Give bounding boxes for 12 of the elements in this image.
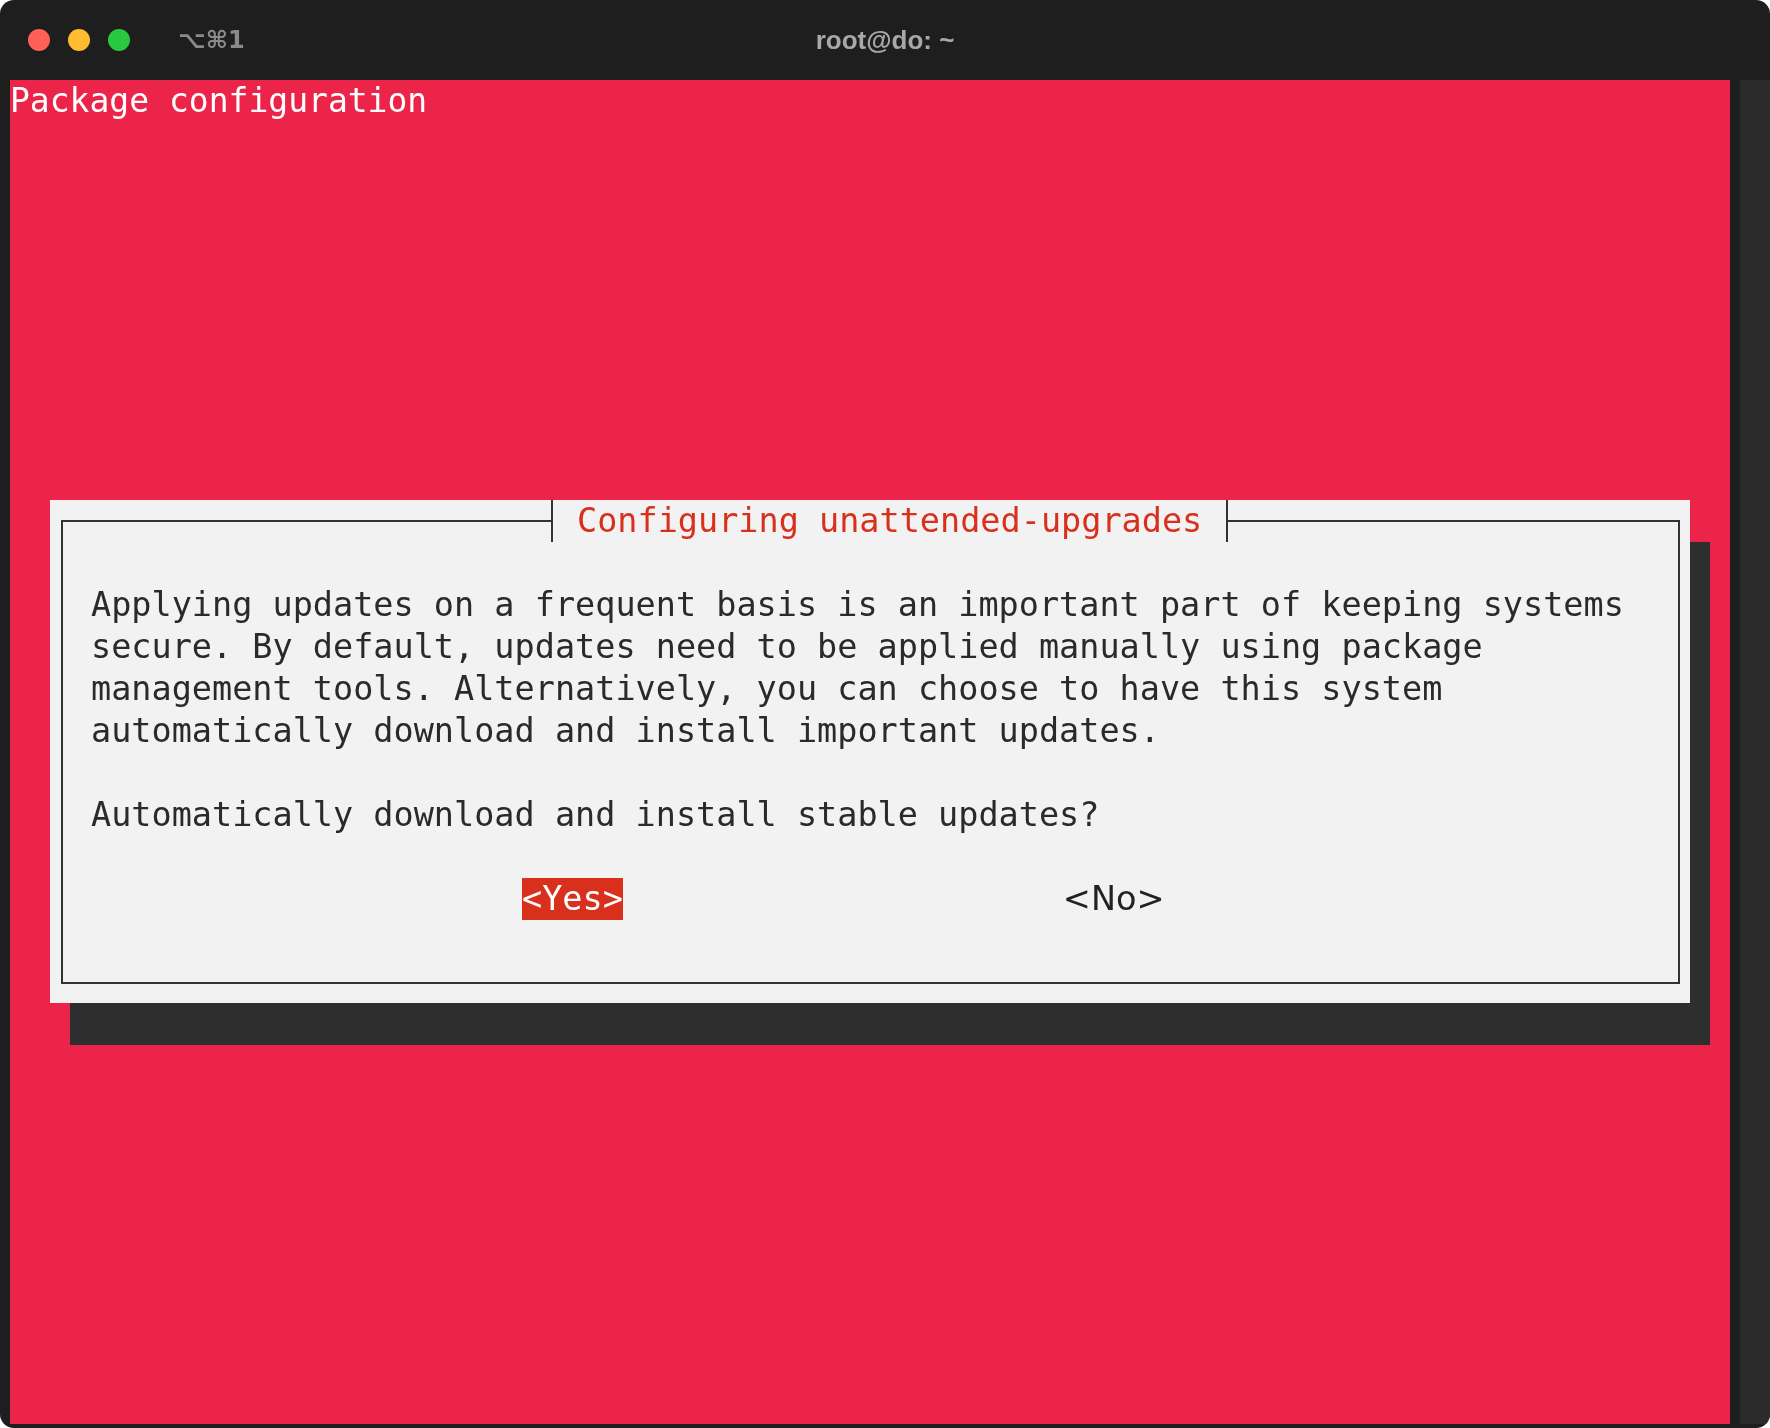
dialog-title: Configuring unattended-upgrades [551, 500, 1229, 542]
backtitle: Package configuration [10, 80, 428, 122]
dialog-text: Automatically download and install stable updates? [91, 794, 1101, 836]
maximize-button[interactable] [108, 29, 130, 51]
minimize-button[interactable] [68, 29, 90, 51]
tab-shortcut: ⌥⌘1 [178, 26, 245, 54]
dialog-text: Applying updates on a frequent basis is an important part of keeping systems secure. By default, updates need to be applied manually using package management tools. Alternatively, you can choose to have this system automatically download and install important updates. [91, 584, 1625, 752]
close-button[interactable] [28, 29, 50, 51]
scrollbar-track[interactable] [1740, 80, 1770, 1424]
dialog-button[interactable]: <Yes> [522, 878, 623, 920]
dialog-button[interactable]: <No> [1062, 878, 1165, 920]
window-title: root@do: ~ [815, 24, 955, 56]
